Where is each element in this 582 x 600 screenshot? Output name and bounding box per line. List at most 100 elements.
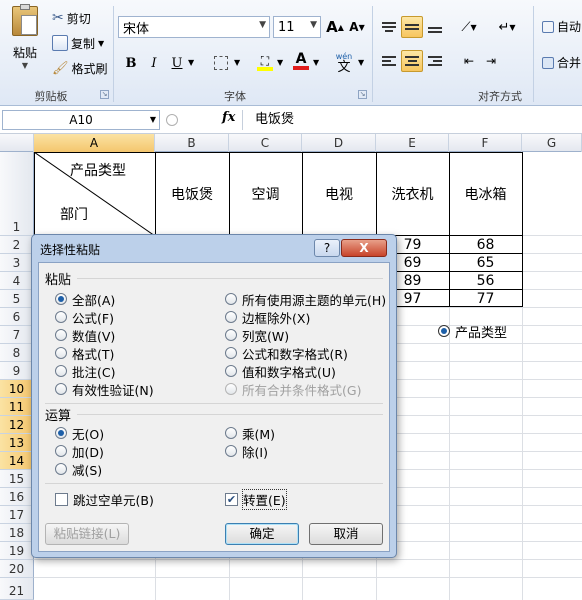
font-size-combo[interactable]: 11 ▼ [273, 16, 321, 38]
row-header[interactable]: 4 [0, 272, 34, 290]
paste-option-values[interactable]: 数值(V) [55, 327, 115, 344]
paste-option-comments[interactable]: 批注(C) [55, 363, 115, 380]
row-header[interactable]: 3 [0, 254, 34, 272]
paste-option-validation[interactable]: 有效性验证(N) [55, 381, 154, 398]
copy-button[interactable]: 复制 ▼ [52, 33, 104, 53]
row-header[interactable]: 7 [0, 326, 34, 344]
operation-divide[interactable]: 除(I) [225, 443, 268, 460]
borders-button[interactable] [210, 52, 232, 74]
close-button[interactable]: X [341, 239, 387, 257]
column-header[interactable]: C [229, 134, 302, 152]
format-painter-button[interactable]: 🖌 格式刷 [52, 58, 108, 78]
product-header-cell[interactable]: 电冰箱 [449, 184, 522, 204]
row-header[interactable]: 1 [0, 152, 34, 236]
chevron-down-icon[interactable]: ▼ [313, 58, 319, 67]
clipboard-launcher-icon[interactable]: ↘ [100, 90, 109, 99]
formula-bar-scroll-handle[interactable] [166, 114, 178, 126]
row-header[interactable]: 19 [0, 542, 34, 560]
bold-button[interactable]: B [120, 52, 142, 74]
align-right-button[interactable] [424, 50, 446, 72]
paste-option-formulas[interactable]: 公式(F) [55, 309, 114, 326]
operation-none[interactable]: 无(O) [55, 425, 104, 442]
align-center-button[interactable] [401, 50, 423, 72]
font-launcher-icon[interactable]: ↘ [358, 90, 367, 99]
product-header-cell[interactable]: 电视 [302, 184, 376, 204]
paste-option-source-theme[interactable]: 所有使用源主题的单元(H) [225, 291, 386, 308]
sheet-radio-product-type[interactable]: 产品类型 [438, 323, 507, 341]
skip-blanks-checkbox[interactable]: 跳过空单元(B) [55, 491, 154, 508]
paste-option-column-widths[interactable]: 列宽(W) [225, 327, 289, 344]
row-header[interactable]: 8 [0, 344, 34, 362]
column-header[interactable]: A [34, 134, 155, 152]
row-header[interactable]: 9 [0, 362, 34, 380]
font-name-combo[interactable]: 宋体 ▼ [118, 16, 270, 38]
paste-option-formats[interactable]: 格式(T) [55, 345, 114, 362]
data-cell[interactable]: 77 [449, 291, 522, 307]
wrap-text-icon[interactable]: ↵ ▼ [496, 16, 518, 38]
chevron-down-icon[interactable]: ▼ [277, 58, 283, 67]
paste-option-all[interactable]: 全部(A) [55, 291, 115, 308]
product-header-cell[interactable]: 洗衣机 [376, 184, 449, 204]
paste-option-formulas-number-formats[interactable]: 公式和数字格式(R) [225, 345, 348, 362]
row-header[interactable]: 10 [0, 380, 34, 398]
phonetic-button[interactable]: wén 文 [330, 50, 358, 76]
row-header[interactable]: 20 [0, 560, 34, 578]
ok-button[interactable]: 确定 [225, 523, 299, 545]
data-cell[interactable]: 68 [449, 237, 522, 253]
product-header-cell[interactable]: 电饭煲 [155, 184, 229, 204]
font-color-button[interactable]: A [290, 50, 312, 72]
paste-button[interactable]: 粘贴 ▼ [6, 4, 44, 70]
italic-button[interactable]: I [143, 52, 165, 74]
align-top-button[interactable] [378, 16, 400, 38]
row-header[interactable]: 5 [0, 290, 34, 308]
row-header[interactable]: 16 [0, 488, 34, 506]
chevron-down-icon[interactable]: ▼ [188, 58, 194, 67]
insert-function-button[interactable]: fx [222, 110, 235, 125]
paste-option-merge-conditional[interactable]: 所有合并条件格式(G) [225, 381, 361, 398]
select-all-corner[interactable] [0, 134, 34, 152]
row-header[interactable]: 12 [0, 416, 34, 434]
paste-link-button[interactable]: 粘贴链接(L) [45, 523, 129, 545]
row-header[interactable]: 11 [0, 398, 34, 416]
operation-add[interactable]: 加(D) [55, 443, 104, 460]
data-cell[interactable]: 56 [449, 273, 522, 289]
column-header[interactable]: E [376, 134, 449, 152]
chevron-down-icon[interactable]: ▼ [358, 58, 364, 67]
operation-subtract[interactable]: 减(S) [55, 461, 102, 478]
row-header[interactable]: 17 [0, 506, 34, 524]
formula-input[interactable]: 电饭煲 [242, 110, 580, 130]
cut-button[interactable]: ✂ 剪切 [52, 8, 91, 28]
grow-font-button[interactable]: A ▲ [324, 16, 346, 38]
increase-indent-button[interactable]: ⇥ [480, 50, 502, 72]
data-cell[interactable]: 65 [449, 255, 522, 271]
transpose-checkbox[interactable]: ✔ 转置(E) [225, 488, 287, 510]
fill-color-button[interactable]: ⛶ [254, 52, 276, 74]
align-bottom-button[interactable] [424, 16, 446, 38]
paste-option-values-number-formats[interactable]: 值和数字格式(U) [225, 363, 336, 380]
row-header[interactable]: 14 [0, 452, 34, 470]
column-header[interactable]: D [302, 134, 376, 152]
decrease-indent-button[interactable]: ⇤ [458, 50, 480, 72]
column-header[interactable]: G [522, 134, 582, 152]
product-header-cell[interactable]: 空调 [229, 184, 302, 204]
orientation-button[interactable]: ⟋ ▼ [458, 16, 480, 38]
paste-option-except-borders[interactable]: 边框除外(X) [225, 309, 310, 326]
underline-button[interactable]: U [166, 52, 188, 74]
name-box[interactable]: A10 ▼ [2, 110, 160, 130]
operation-multiply[interactable]: 乘(M) [225, 425, 275, 442]
align-left-button[interactable] [378, 50, 400, 72]
help-button[interactable]: ? [314, 239, 340, 257]
cancel-button[interactable]: 取消 [309, 523, 383, 545]
row-header[interactable]: 13 [0, 434, 34, 452]
row-header[interactable]: 21 [0, 578, 34, 600]
row-header[interactable]: 2 [0, 236, 34, 254]
row-header[interactable]: 15 [0, 470, 34, 488]
chevron-down-icon[interactable]: ▼ [234, 58, 240, 67]
shrink-font-button[interactable]: A ▼ [346, 16, 368, 38]
align-middle-button[interactable] [401, 16, 423, 38]
row-header[interactable]: 18 [0, 524, 34, 542]
wrap-text-button[interactable]: 自动 [542, 18, 581, 35]
column-header[interactable]: F [449, 134, 522, 152]
column-header[interactable]: B [155, 134, 229, 152]
row-header[interactable]: 6 [0, 308, 34, 326]
